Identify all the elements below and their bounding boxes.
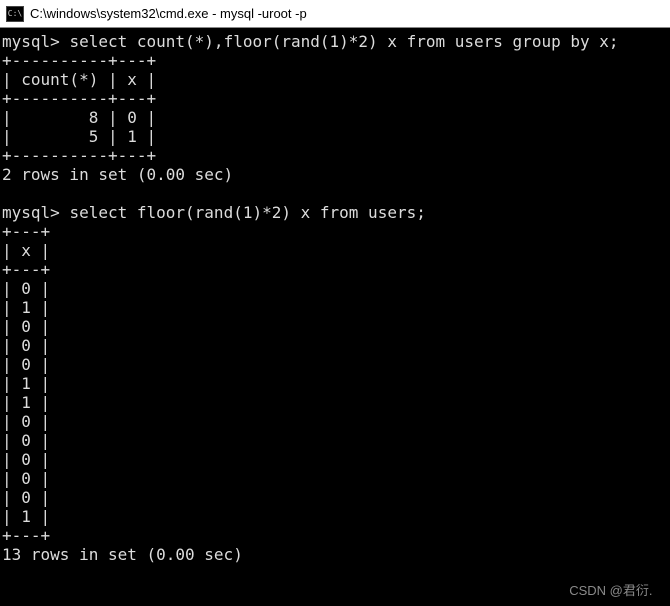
q1-border-bot: +----------+---+	[2, 146, 156, 165]
q1-header: | count(*) | x |	[2, 70, 156, 89]
cmd-icon: C:\	[6, 6, 24, 22]
q2-status: 13 rows in set (0.00 sec)	[2, 545, 243, 564]
query1-text: select count(*),floor(rand(1)*2) x from …	[69, 32, 618, 51]
prompt: mysql>	[2, 32, 60, 51]
q1-status: 2 rows in set (0.00 sec)	[2, 165, 233, 184]
q2-border-bot: +---+	[2, 526, 50, 545]
q1-border-mid: +----------+---+	[2, 89, 156, 108]
cmd-window: C:\ C:\windows\system32\cmd.exe - mysql …	[0, 0, 670, 606]
q2-rows: | 0 | | 1 | | 0 | | 0 | | 0 | | 1 | | 1 …	[2, 279, 50, 526]
q2-border-mid: +---+	[2, 260, 50, 279]
q1-border-top: +----------+---+	[2, 51, 156, 70]
q2-border-top: +---+	[2, 222, 50, 241]
title-bar[interactable]: C:\ C:\windows\system32\cmd.exe - mysql …	[0, 0, 670, 28]
q2-header: | x |	[2, 241, 50, 260]
q1-row: | 8 | 0 |	[2, 108, 156, 127]
window-title: C:\windows\system32\cmd.exe - mysql -uro…	[30, 6, 307, 21]
query2-text: select floor(rand(1)*2) x from users;	[69, 203, 425, 222]
terminal-output[interactable]: mysql> select count(*),floor(rand(1)*2) …	[0, 28, 670, 606]
q1-row: | 5 | 1 |	[2, 127, 156, 146]
prompt: mysql>	[2, 203, 60, 222]
watermark: CSDN @君衍.⠀	[569, 581, 662, 600]
